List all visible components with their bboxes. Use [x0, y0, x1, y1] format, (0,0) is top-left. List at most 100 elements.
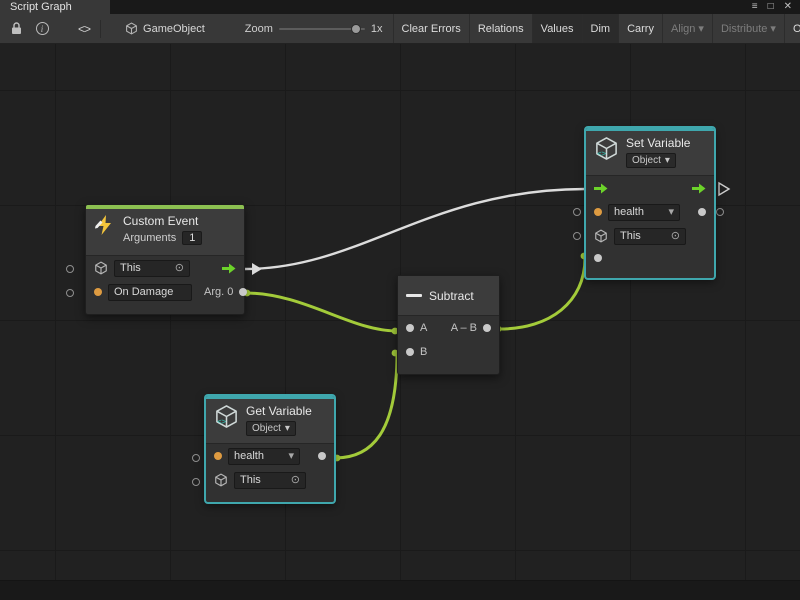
value-wire-subtract-to-setvariable[interactable]	[500, 258, 585, 329]
zoom-slider-handle[interactable]	[351, 24, 361, 34]
tab-script-graph[interactable]: Script Graph	[0, 0, 110, 14]
node-title: Get Variable	[246, 404, 312, 418]
object-picker-icon[interactable]: ⊙	[175, 263, 184, 273]
zoom-slider[interactable]	[279, 19, 365, 39]
svg-text:<>: <>	[597, 149, 606, 158]
close-icon[interactable]: ✕	[784, 0, 792, 14]
svg-text:<>: <>	[217, 417, 226, 426]
gameobject-cube-icon	[214, 473, 228, 487]
target-field[interactable]: This ⊙	[234, 472, 306, 489]
arg-output-port[interactable]	[239, 288, 247, 296]
set-variable-body: health ▾ This ⊙	[586, 176, 714, 278]
flow-input-port[interactable]	[594, 183, 608, 194]
gameobject-cube-icon	[94, 261, 108, 275]
value-output-port[interactable]	[698, 208, 706, 216]
unconnected-flow-indicator	[719, 183, 729, 195]
flow-wire-customevent-to-setvariable[interactable]	[245, 189, 585, 269]
value-output-port[interactable]	[318, 452, 326, 460]
info-icon[interactable]: i	[32, 19, 52, 39]
tab-bar: Script Graph ≡ □ ✕	[0, 0, 800, 14]
value-wire-getvariable-to-b[interactable]	[335, 353, 397, 458]
unconnected-port-indicator	[192, 478, 200, 486]
variable-name-dropdown[interactable]: health ▾	[608, 204, 680, 221]
node-subtract[interactable]: Subtract A A – B B	[397, 275, 500, 375]
port-b-label: B	[420, 346, 427, 358]
event-name-row: On Damage Arg. 0	[86, 280, 244, 304]
set-variable-header: <> Set Variable Object ▾	[586, 131, 714, 176]
arg-output-label: Arg. 0	[204, 286, 233, 298]
node-title: Custom Event	[123, 214, 202, 228]
unconnected-port-indicator	[716, 208, 724, 216]
node-set-variable[interactable]: <> Set Variable Object ▾ health ▾	[585, 127, 715, 279]
node-custom-event[interactable]: Custom Event Arguments 1 This ⊙	[85, 204, 245, 315]
subtract-header: Subtract	[398, 276, 499, 316]
clear-errors-button[interactable]: Clear Errors	[393, 14, 469, 43]
value-wire-arg0-to-a[interactable]	[245, 293, 397, 331]
custom-event-header: Custom Event Arguments 1	[86, 209, 244, 256]
unconnected-port-indicator	[192, 454, 200, 462]
flow-arrow-indicator	[252, 263, 262, 275]
bottom-bar	[0, 580, 800, 600]
align-dropdown: Align▾	[662, 14, 712, 43]
unconnected-port-indicator	[573, 232, 581, 240]
overview-button[interactable]: Overv	[784, 14, 800, 43]
values-toggle[interactable]: Values	[532, 14, 582, 43]
window-controls: ≡ □ ✕	[752, 0, 800, 14]
context-label: GameObject	[143, 23, 205, 35]
variable-name-row: health ▾	[206, 444, 334, 468]
chevron-down-icon: ▾	[668, 207, 674, 217]
string-input-port[interactable]	[94, 288, 102, 296]
variable-kind-dropdown[interactable]: Object ▾	[246, 421, 296, 436]
unconnected-port-indicator	[573, 208, 581, 216]
arguments-label: Arguments	[123, 232, 176, 244]
value-input-port[interactable]	[594, 254, 602, 262]
dim-toggle[interactable]: Dim	[582, 14, 619, 43]
get-variable-body: health ▾ This ⊙	[206, 444, 334, 502]
target-port-row: This ⊙	[206, 468, 334, 492]
output-port[interactable]	[483, 324, 491, 332]
chevron-down-icon: ▾	[288, 451, 294, 461]
graph-context-selector[interactable]: GameObject	[125, 22, 205, 35]
variable-kind-dropdown[interactable]: Object ▾	[626, 153, 676, 168]
zoom-value: 1x	[371, 23, 383, 35]
lock-icon[interactable]	[6, 19, 26, 39]
graph-canvas[interactable]: Custom Event Arguments 1 This ⊙	[0, 44, 800, 580]
flow-output-port[interactable]	[692, 183, 706, 194]
port-a-label: A	[420, 322, 427, 334]
unconnected-port-indicator	[66, 265, 74, 273]
port-row-a: A A – B	[398, 316, 499, 340]
chevron-down-icon: ▾	[285, 422, 290, 435]
variable-name-dropdown[interactable]: health ▾	[228, 448, 300, 465]
gameobject-cube-icon	[125, 22, 138, 35]
distribute-dropdown: Distribute▾	[712, 14, 784, 43]
variable-icon: <>	[594, 136, 619, 161]
target-field[interactable]: This ⊙	[114, 260, 190, 277]
event-name-field[interactable]: On Damage	[108, 284, 192, 301]
input-port-b[interactable]	[406, 348, 414, 356]
variable-name-row: health ▾	[586, 200, 714, 224]
input-port-a[interactable]	[406, 324, 414, 332]
maximize-icon[interactable]: □	[768, 0, 774, 14]
node-get-variable[interactable]: <> Get Variable Object ▾ health ▾	[205, 395, 335, 503]
subtract-icon	[406, 294, 422, 297]
zoom-label: Zoom	[245, 23, 273, 35]
toolbar-divider	[100, 20, 101, 38]
flow-output-port[interactable]	[222, 263, 236, 274]
arguments-input[interactable]: 1	[182, 231, 202, 245]
value-input-row	[586, 248, 714, 268]
window-menu-icon[interactable]: ≡	[752, 0, 758, 14]
port-out-label: A – B	[451, 322, 477, 334]
node-title: Set Variable	[626, 136, 690, 150]
object-picker-icon[interactable]: ⊙	[671, 231, 680, 241]
graph-toolbar: i <> GameObject Zoom 1x Clear Errors Rel…	[0, 14, 800, 44]
unconnected-port-indicator	[66, 289, 74, 297]
custom-event-icon	[94, 214, 116, 236]
name-input-port[interactable]	[594, 208, 602, 216]
relations-button[interactable]: Relations	[469, 14, 532, 43]
carry-toggle[interactable]: Carry	[618, 14, 662, 43]
name-input-port[interactable]	[214, 452, 222, 460]
edit-source-icon[interactable]: <>	[78, 22, 90, 36]
object-picker-icon[interactable]: ⊙	[291, 475, 300, 485]
gameobject-cube-icon	[594, 229, 608, 243]
target-field[interactable]: This ⊙	[614, 228, 686, 245]
